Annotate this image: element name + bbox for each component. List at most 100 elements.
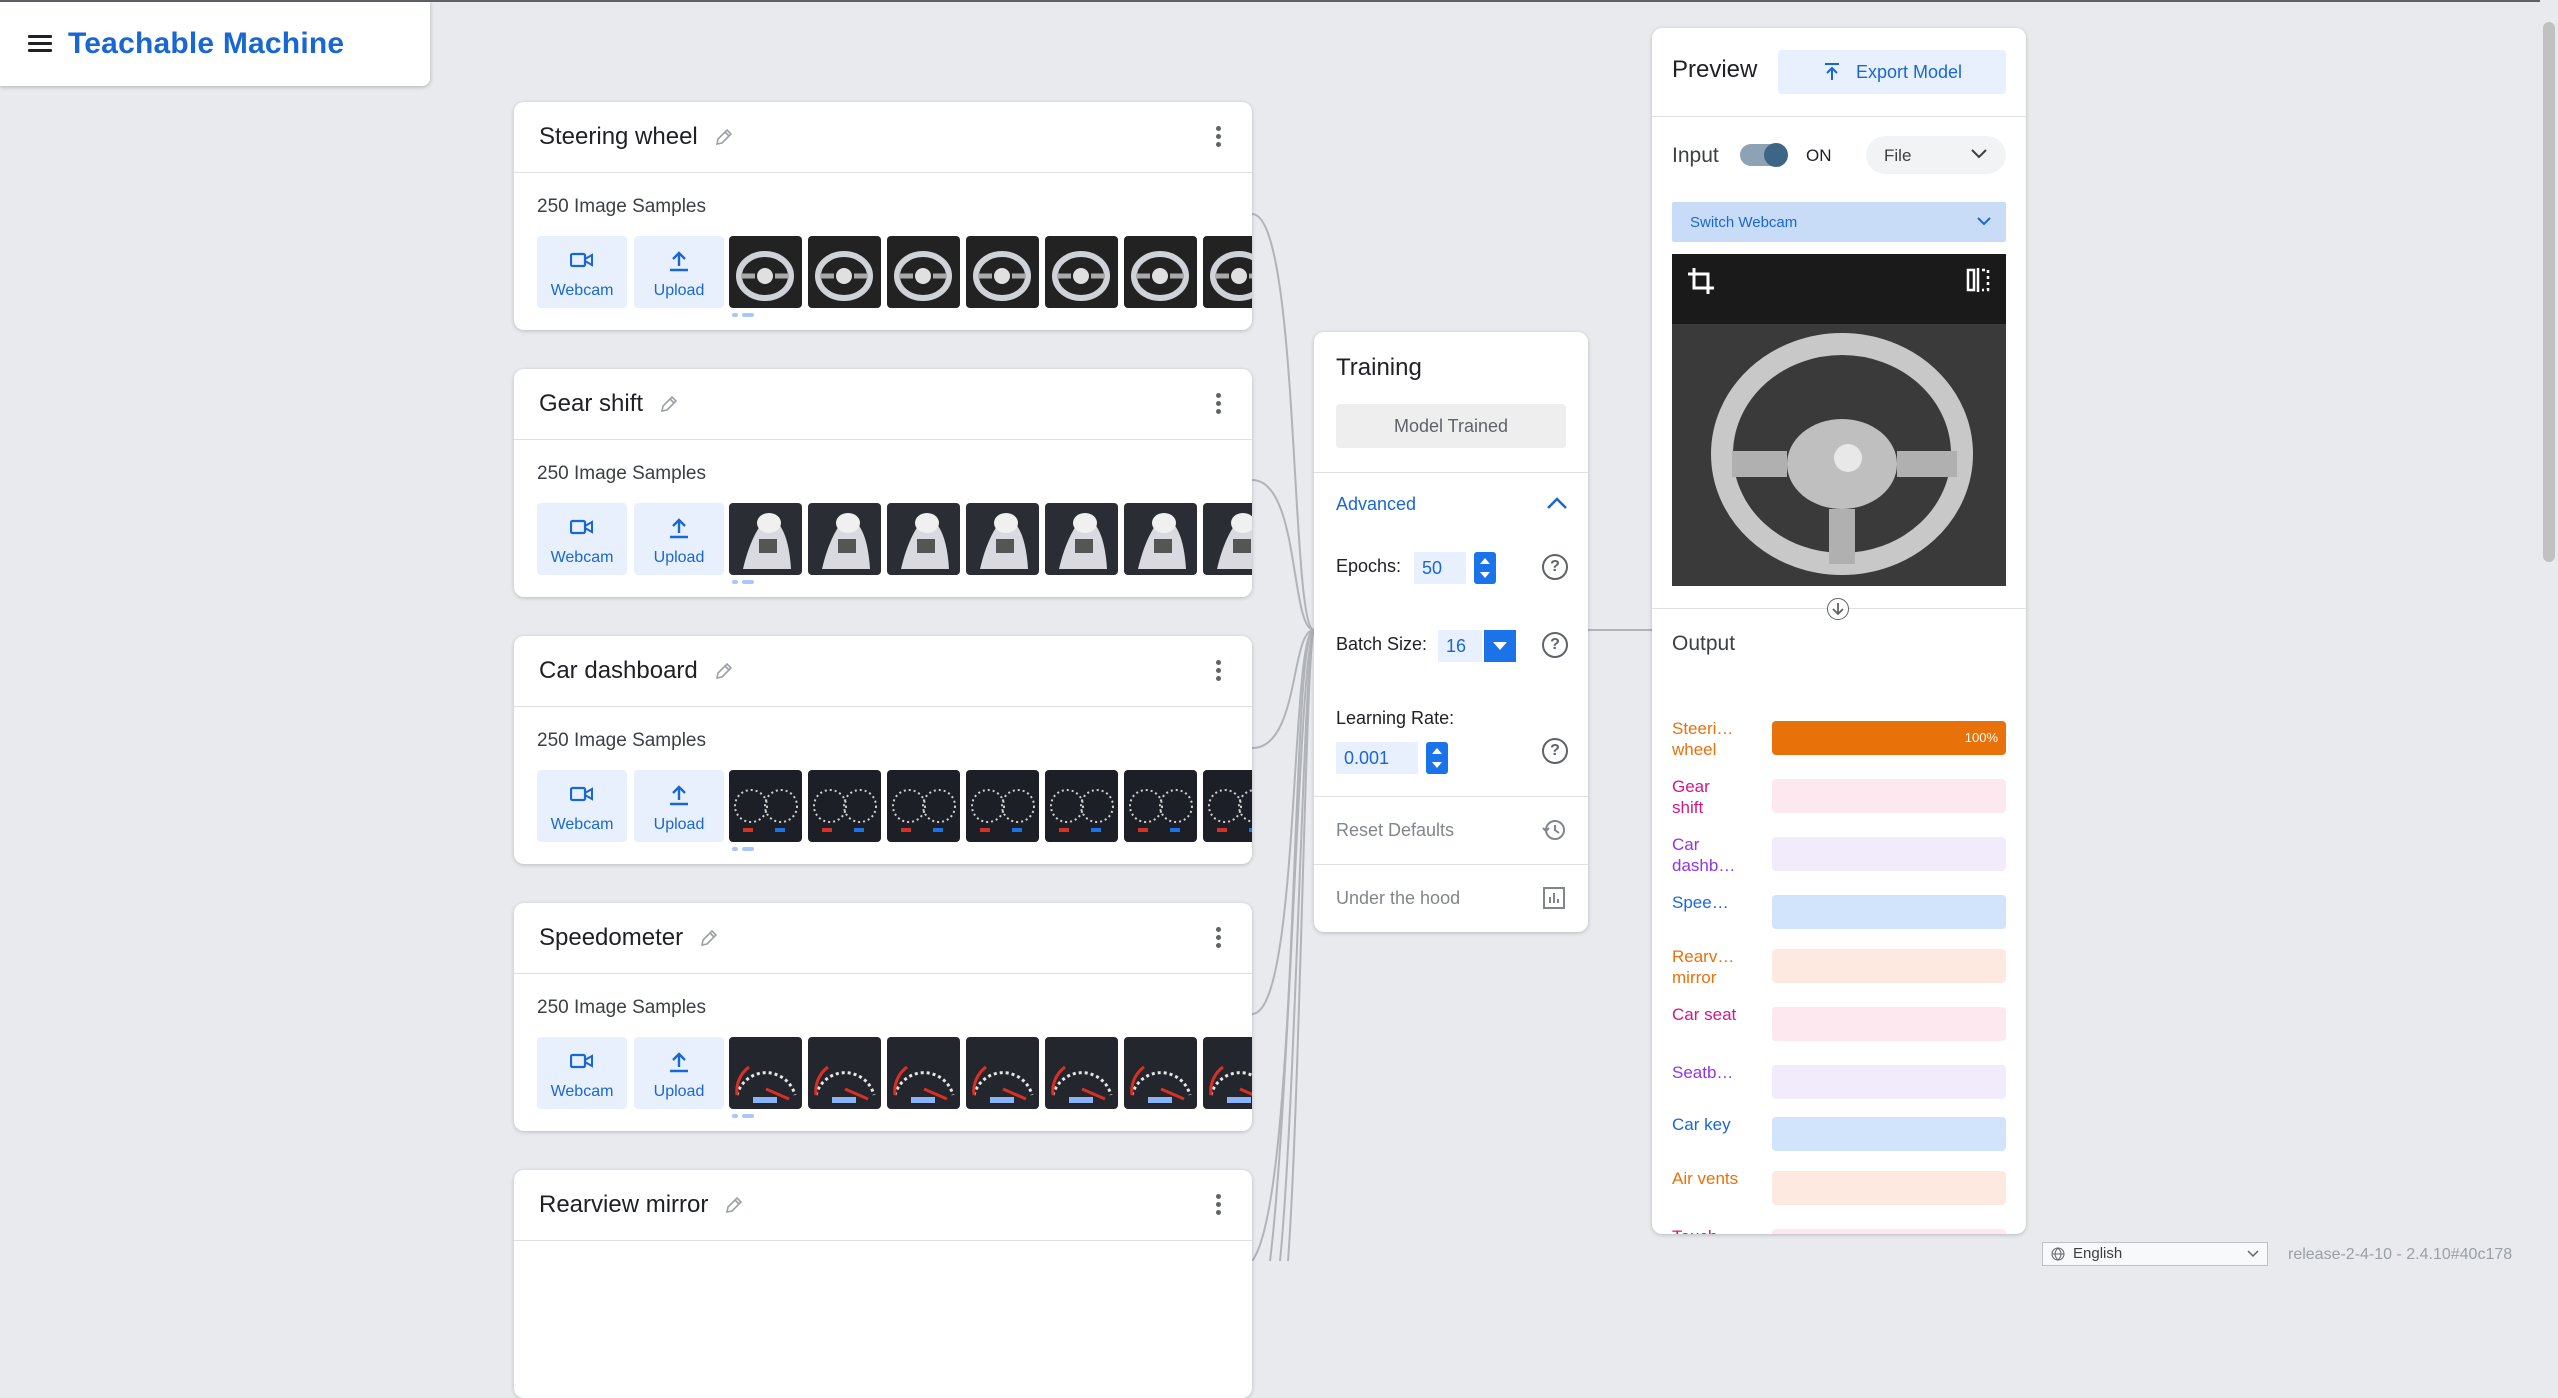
webcam-button[interactable]: Webcam [537,770,627,842]
sample-thumbnail[interactable] [729,503,802,575]
crop-icon[interactable] [1686,266,1716,296]
output-row: Air vents [1672,1168,2006,1208]
language-value: English [2073,1245,2123,1262]
sample-thumbnail[interactable] [808,770,881,842]
sample-thumbnail[interactable] [887,236,960,308]
more-options-icon[interactable] [1216,393,1222,415]
edit-pencil-icon[interactable] [714,661,734,681]
more-options-icon[interactable] [1216,1194,1222,1216]
sample-thumbnails[interactable] [729,1037,1252,1109]
sample-thumbnail[interactable] [1203,236,1252,308]
more-options-icon[interactable] [1216,660,1222,682]
learning-rate-stepper[interactable] [1426,742,1448,774]
webcam-button[interactable]: Webcam [537,236,627,308]
batch-size-dropdown-arrow[interactable] [1484,630,1516,662]
sample-thumbnail[interactable] [966,236,1039,308]
upload-button[interactable]: Upload [634,770,724,842]
sample-thumbnail[interactable] [1124,770,1197,842]
sample-thumbnail[interactable] [1045,1037,1118,1109]
sample-thumbnail[interactable] [887,770,960,842]
divider [1314,472,1588,473]
edit-pencil-icon[interactable] [724,1195,744,1215]
upload-button[interactable]: Upload [634,236,724,308]
thumbnail-scroll-indicator[interactable] [732,1113,756,1119]
edit-pencil-icon[interactable] [714,127,734,147]
flip-icon[interactable] [1964,266,1992,294]
epochs-stepper[interactable] [1474,552,1496,584]
sample-thumbnails[interactable] [729,503,1252,575]
sample-thumbnail[interactable] [1203,503,1252,575]
sample-thumbnail[interactable] [808,236,881,308]
sample-thumbnail[interactable] [808,1037,881,1109]
webcam-button-label: Webcam [550,282,614,299]
sample-thumbnail[interactable] [966,503,1039,575]
edit-pencil-icon[interactable] [699,928,719,948]
class-name[interactable]: Car dashboard [539,657,698,685]
edit-pencil-icon[interactable] [659,394,679,414]
more-options-icon[interactable] [1216,927,1222,949]
sample-thumbnail[interactable] [808,503,881,575]
sample-thumbnail[interactable] [1124,503,1197,575]
output-class-label: Air vents [1672,1169,1739,1188]
class-name[interactable]: Steering wheel [539,123,698,151]
chevron-down-icon [2247,1250,2259,1258]
train-model-button[interactable]: Model Trained [1336,404,1566,448]
switch-webcam-select[interactable]: Switch Webcam [1672,202,2006,242]
sample-thumbnail[interactable] [1124,236,1197,308]
hamburger-menu-icon[interactable] [28,35,52,53]
reset-defaults-button[interactable]: Reset Defaults [1336,820,1454,841]
input-source-select[interactable]: File [1866,136,2006,174]
output-row: Car seat [1672,1004,2006,1044]
sample-thumbnail[interactable] [887,503,960,575]
webcam-button-label: Webcam [550,1083,614,1100]
sample-thumbnail[interactable] [887,1037,960,1109]
learning-rate-help-icon[interactable]: ? [1542,738,1568,764]
sample-thumbnail[interactable] [729,1037,802,1109]
sample-thumbnail[interactable] [1045,770,1118,842]
webcam-button[interactable]: Webcam [537,503,627,575]
history-icon[interactable] [1540,816,1568,844]
sample-thumbnail[interactable] [1203,1037,1252,1109]
advanced-toggle[interactable]: Advanced [1336,494,1416,515]
sample-thumbnail[interactable] [966,1037,1039,1109]
output-class-label: Car seat [1672,1005,1737,1024]
webcam-button[interactable]: Webcam [537,1037,627,1109]
thumbnail-scroll-indicator[interactable] [732,846,756,852]
epochs-input[interactable]: 50 [1414,552,1466,584]
sample-thumbnail[interactable] [1203,770,1252,842]
class-name[interactable]: Speedometer [539,924,683,952]
epochs-help-icon[interactable]: ? [1542,554,1568,580]
thumbnail-scroll-indicator[interactable] [732,312,756,318]
under-the-hood-button[interactable]: Under the hood [1336,888,1460,909]
more-options-icon[interactable] [1216,126,1222,148]
class-name[interactable]: Rearview mirror [539,1191,708,1219]
sample-thumbnail[interactable] [729,236,802,308]
thumbnail-scroll-indicator[interactable] [732,579,756,585]
upload-button[interactable]: Upload [634,1037,724,1109]
chevron-up-icon[interactable] [1546,496,1568,510]
sample-thumbnail[interactable] [1124,1037,1197,1109]
batch-size-help-icon[interactable]: ? [1542,632,1568,658]
sample-thumbnail[interactable] [1045,503,1118,575]
arrow-down-icon[interactable] [1827,598,1849,620]
sample-thumbnail[interactable] [966,770,1039,842]
app-title[interactable]: Teachable Machine [68,27,344,61]
sample-thumbnail[interactable] [729,770,802,842]
bar-chart-icon[interactable] [1542,886,1566,910]
input-toggle[interactable] [1740,143,1788,167]
learning-rate-input[interactable]: 0.001 [1336,742,1418,774]
upload-button[interactable]: Upload [634,503,724,575]
sample-thumbnails[interactable] [729,236,1252,308]
export-model-button[interactable]: Export Model [1778,50,2006,94]
upload-button-label: Upload [653,1083,705,1100]
batch-size-select[interactable]: 16 [1438,630,1482,662]
sample-thumbnails[interactable] [729,770,1252,842]
language-select[interactable]: English [2042,1242,2268,1266]
class-name[interactable]: Gear shift [539,390,643,418]
epochs-label: Epochs: [1336,556,1402,576]
class-card: Speedometer 250 Image Samples Webcam Upload [514,903,1252,1131]
scrollbar-thumb[interactable] [2543,22,2555,562]
sample-count: 250 Image Samples [537,196,706,217]
output-class-label: Seatb… [1672,1063,1734,1082]
sample-thumbnail[interactable] [1045,236,1118,308]
